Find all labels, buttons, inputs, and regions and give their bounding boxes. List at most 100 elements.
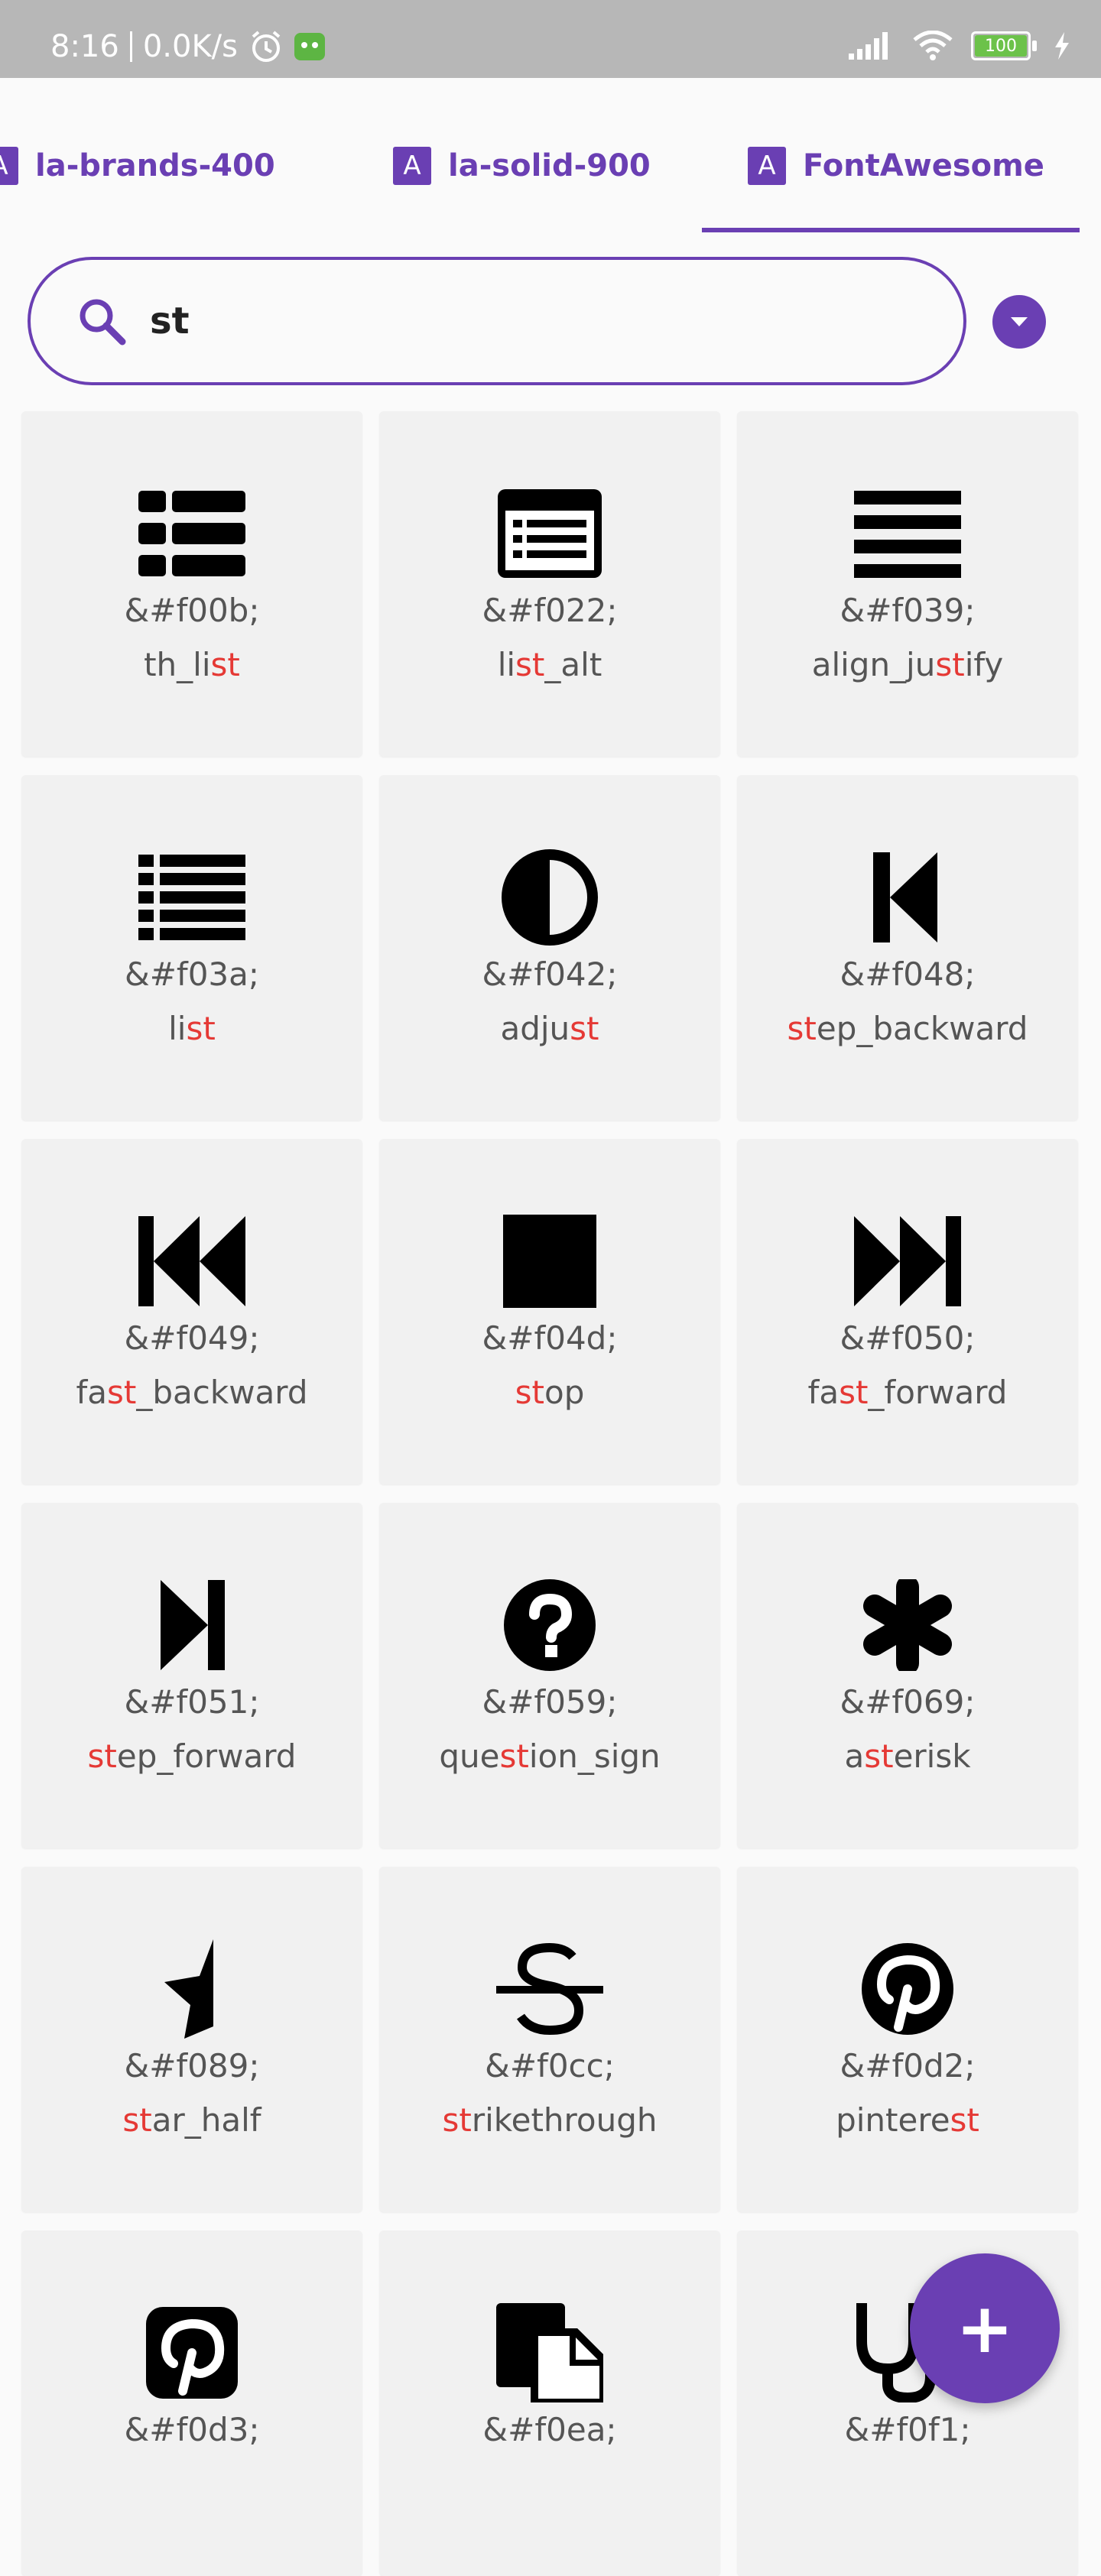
status-right: 100 [849, 31, 1070, 61]
icon-card[interactable]: &#f089; star_half [21, 1867, 362, 2212]
icon-card[interactable]: &#f03a; list [21, 775, 362, 1121]
icon-card[interactable]: &#f051; step_forward [21, 1503, 362, 1848]
search-match-highlight: st [107, 1374, 137, 1411]
android-robot-icon [294, 33, 325, 60]
icon-name-suffix: _alt [544, 646, 602, 683]
icon-card[interactable]: &#f042; adjust [379, 775, 720, 1121]
tab-la-solid-900[interactable]: A la-solid-900 [393, 147, 651, 185]
icon-card[interactable]: &#f00b; th_list [21, 411, 362, 757]
step-backward-icon [737, 844, 1078, 951]
icon-name-suffix: ep_backward [816, 1010, 1028, 1047]
search-match-highlight: st [935, 646, 965, 683]
icon-card[interactable]: &#f049; fast_backward [21, 1139, 362, 1484]
icon-code: &#f0cc; [485, 2047, 615, 2084]
icon-code: &#f089; [124, 2047, 260, 2084]
icon-card[interactable]: &#f069; asterisk [737, 1503, 1078, 1848]
th-list-icon [21, 480, 362, 587]
icon-card[interactable]: &#f048; step_backward [737, 775, 1078, 1121]
icon-card[interactable]: &#f04d; stop [379, 1139, 720, 1484]
icon-card[interactable]: &#f050; fast_forward [737, 1139, 1078, 1484]
battery-icon: 100 [971, 31, 1031, 60]
icon-card[interactable]: &#f022; list_alt [379, 411, 720, 757]
status-left: 8:16 0.0K/s [50, 29, 325, 64]
step-forward-icon [21, 1572, 362, 1679]
icon-name-prefix: li [168, 1010, 187, 1047]
icon-name: pinterest [752, 2096, 1063, 2145]
icon-name-suffix: ar_half [151, 2101, 261, 2139]
icon-name: asterisk [752, 1732, 1063, 1781]
icon-name: adjust [395, 1004, 705, 1053]
status-time: 8:16 [50, 29, 119, 64]
icon-name-suffix: ion_sign [528, 1737, 661, 1775]
icon-code: &#f059; [482, 1683, 618, 1721]
adjust-icon [379, 844, 720, 951]
charging-bolt-icon [1055, 32, 1069, 60]
icon-name-prefix: adju [500, 1010, 570, 1047]
icon-code: &#f049; [124, 1319, 260, 1357]
icon-name-prefix: align_ju [811, 646, 936, 683]
search-match-highlight: st [87, 1737, 117, 1775]
search-icon [80, 299, 126, 346]
battery-cap [1032, 41, 1037, 51]
plus-icon: + [956, 2288, 1014, 2369]
icon-code: &#f051; [124, 1683, 260, 1721]
icon-name-prefix: th_li [144, 646, 211, 683]
icon-name: list [37, 1004, 347, 1053]
icon-name-suffix: _backward [136, 1374, 308, 1411]
icon-card[interactable]: &#f0ea; [379, 2230, 720, 2576]
tab-label: FontAwesome [803, 148, 1044, 183]
icon-name: question_sign [395, 1732, 705, 1781]
icon-code: &#f022; [482, 592, 618, 629]
search-match-highlight: st [515, 1374, 544, 1411]
icon-name: stop [395, 1368, 705, 1417]
filter-dropdown-button[interactable] [992, 295, 1046, 349]
font-letter-icon: A [393, 147, 431, 185]
asterisk-icon [737, 1572, 1078, 1679]
icon-name: step_backward [752, 1004, 1063, 1053]
search-input[interactable] [148, 299, 840, 343]
icon-name: th_list [37, 641, 347, 689]
icon-card[interactable]: &#f059; question_sign [379, 1503, 720, 1848]
icon-code: &#f069; [840, 1683, 976, 1721]
icon-name: star_half [37, 2096, 347, 2145]
icon-code: &#f04d; [482, 1319, 618, 1357]
tab-fontawesome[interactable]: A FontAwesome [748, 147, 1044, 185]
search-bar[interactable] [28, 257, 966, 385]
icon-code: &#f0f1; [844, 2411, 971, 2448]
fast-backward-icon [21, 1208, 362, 1315]
fast-forward-icon [737, 1208, 1078, 1315]
chevron-down-icon [1011, 317, 1028, 326]
pinterest-square-icon [21, 2299, 362, 2406]
icon-name: align_justify [752, 641, 1063, 689]
list-alt-icon [379, 480, 720, 587]
status-bar: 8:16 0.0K/s 100 [0, 0, 1101, 78]
icon-name-prefix: a [844, 1737, 865, 1775]
status-separator [129, 31, 132, 62]
icon-card[interactable]: &#f039; align_justify [737, 411, 1078, 757]
pinterest-icon [737, 1935, 1078, 2042]
align-justify-icon [737, 480, 1078, 587]
icon-name-prefix: fa [807, 1374, 840, 1411]
icon-code: &#f0ea; [482, 2411, 617, 2448]
icon-code: &#f050; [840, 1319, 976, 1357]
icon-code: &#f048; [840, 955, 976, 993]
icon-name-suffix: rikethrough [471, 2101, 658, 2139]
list-icon [21, 844, 362, 951]
icon-card[interactable]: &#f0d3; [21, 2230, 362, 2576]
add-button[interactable]: + [910, 2253, 1060, 2403]
tab-la-brands-400[interactable]: A la-brands-400 [0, 147, 275, 185]
battery-level: 100 [985, 36, 1017, 56]
search-match-highlight: st [210, 646, 240, 683]
tab-label: la-brands-400 [35, 148, 275, 183]
icon-card[interactable]: &#f0cc; strikethrough [379, 1867, 720, 2212]
question-sign-icon [379, 1572, 720, 1679]
wifi-icon [913, 31, 953, 60]
icon-name-prefix: fa [76, 1374, 108, 1411]
search-match-highlight: st [950, 2101, 979, 2139]
icon-name-prefix: que [439, 1737, 500, 1775]
icon-card[interactable]: &#f0d2; pinterest [737, 1867, 1078, 2212]
icon-name: fast_forward [752, 1368, 1063, 1417]
search-match-highlight: st [570, 1010, 599, 1047]
icon-code: &#f039; [840, 592, 976, 629]
icon-code: &#f03a; [124, 955, 260, 993]
